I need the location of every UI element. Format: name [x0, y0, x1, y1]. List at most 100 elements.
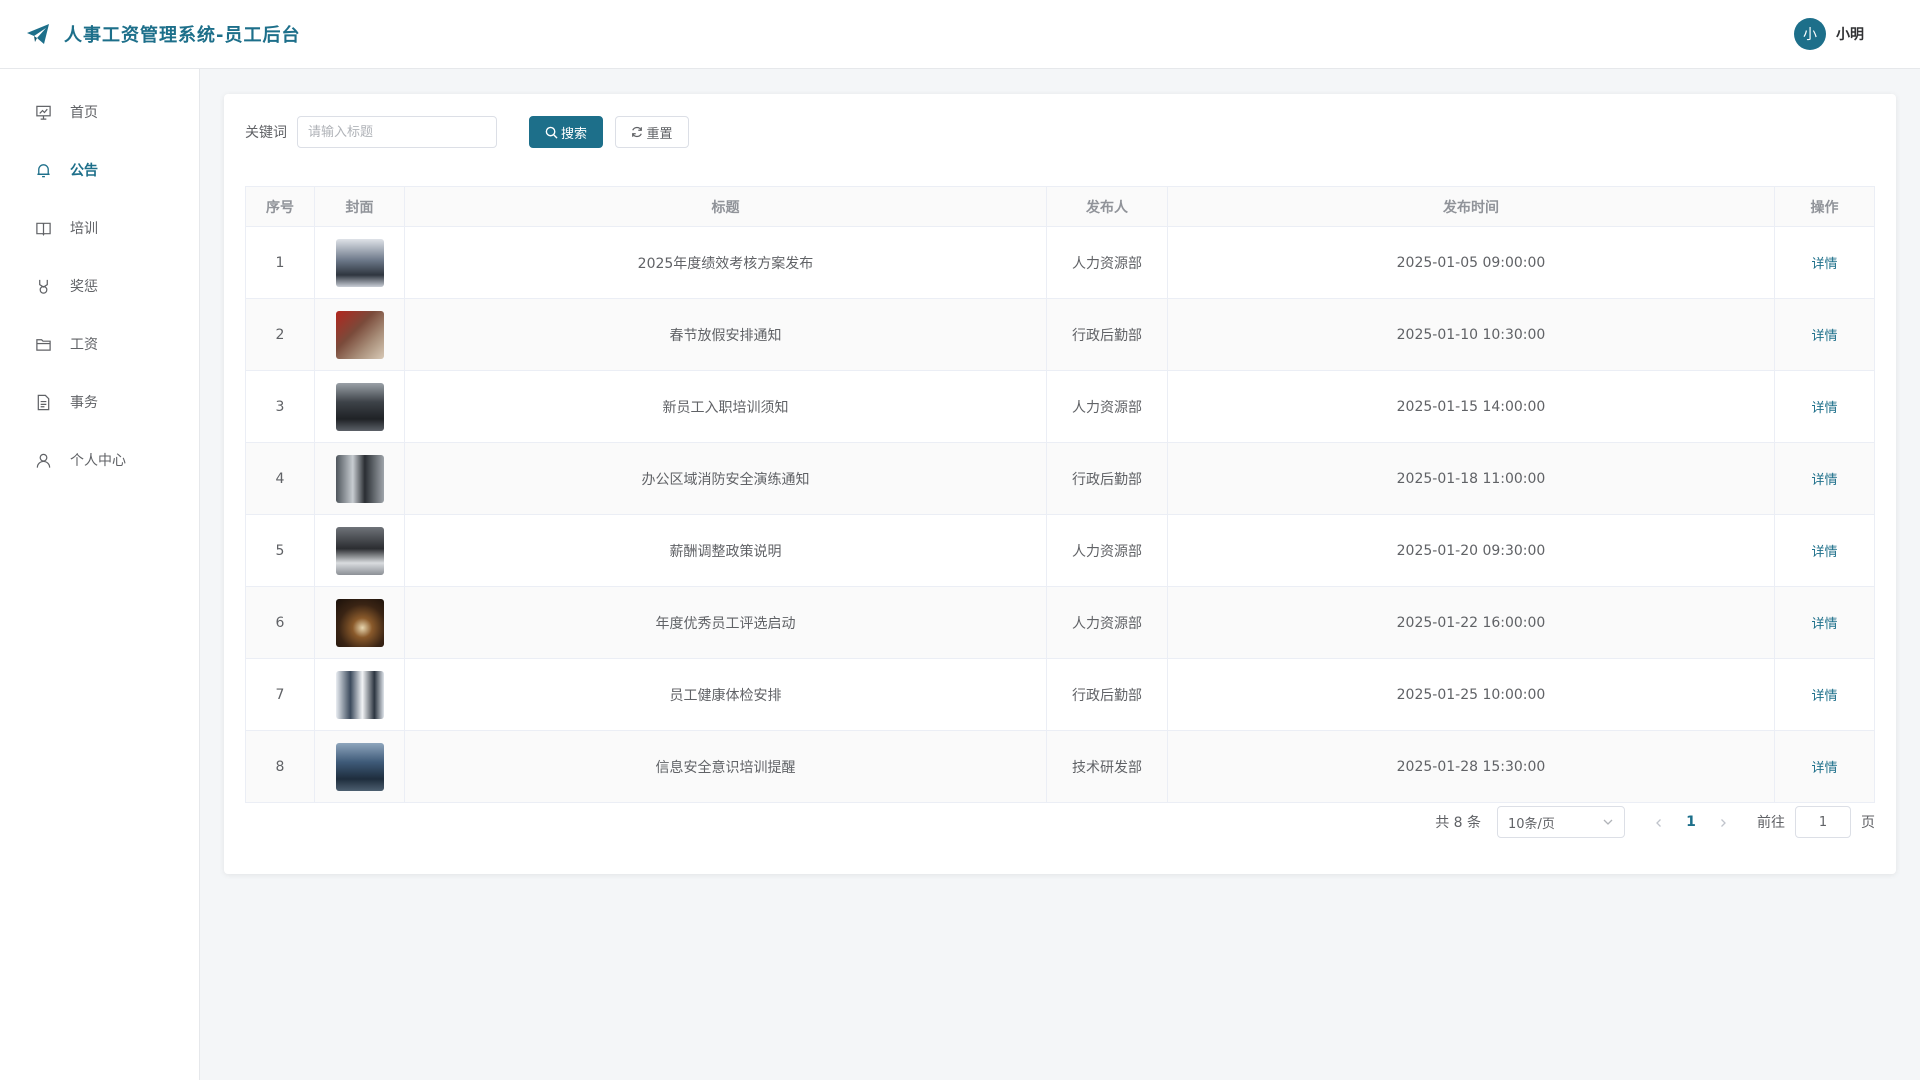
row-title: 员工健康体检安排: [404, 658, 1047, 731]
app-title: 人事工资管理系统-员工后台: [64, 25, 301, 46]
cover-image[interactable]: [335, 598, 384, 647]
table-row: 1 2025年度绩效考核方案发布 人力资源部 2025-01-05 09:00:…: [245, 226, 1875, 299]
table-row: 2 春节放假安排通知 行政后勤部 2025-01-10 10:30:00 详情: [245, 298, 1875, 371]
user-name[interactable]: 小明: [1836, 24, 1864, 44]
row-title: 信息安全意识培训提醒: [404, 730, 1047, 803]
row-publisher: 行政后勤部: [1046, 658, 1168, 731]
chevron-right-icon: [1721, 818, 1726, 827]
search-button[interactable]: 搜索: [529, 116, 603, 148]
chevron-left-icon: [1656, 818, 1661, 827]
sidebar-item-profile[interactable]: 个人中心: [0, 431, 199, 489]
wallet-icon: [36, 338, 51, 351]
row-index: 2: [245, 298, 315, 371]
cover-image[interactable]: [335, 742, 384, 791]
sidebar-item-announcements[interactable]: 公告: [0, 141, 199, 199]
bell-icon: [37, 163, 50, 177]
row-publisher: 技术研发部: [1046, 730, 1168, 803]
row-title: 办公区域消防安全演练通知: [404, 442, 1047, 515]
search-icon: [545, 126, 558, 139]
prev-page-button[interactable]: [1645, 813, 1673, 832]
row-title: 薪酬调整政策说明: [404, 514, 1047, 587]
cover-image[interactable]: [335, 454, 384, 503]
col-header-index: 序号: [245, 186, 315, 227]
refresh-icon: [632, 126, 643, 138]
row-publisher: 人力资源部: [1046, 586, 1168, 659]
table-row: 8 信息安全意识培训提醒 技术研发部 2025-01-28 15:30:00 详…: [245, 730, 1875, 803]
row-publisher: 行政后勤部: [1046, 298, 1168, 371]
next-page-button[interactable]: [1709, 813, 1737, 832]
user-menu[interactable]: 小 小明: [1794, 18, 1864, 50]
detail-link[interactable]: 详情: [1811, 761, 1837, 776]
search-button-label: 搜索: [560, 126, 587, 142]
avatar[interactable]: 小: [1794, 18, 1826, 50]
cover-image[interactable]: [335, 670, 384, 719]
table-row: 6 年度优秀员工评选启动 人力资源部 2025-01-22 16:00:00 详…: [245, 586, 1875, 659]
detail-link[interactable]: 详情: [1811, 257, 1837, 272]
search-bar: 关键词 搜索 重置: [245, 116, 1875, 148]
sidebar-item-label: 奖惩: [70, 279, 98, 295]
sidebar-item-label: 培训: [70, 221, 98, 237]
row-index: 5: [245, 514, 315, 587]
detail-link[interactable]: 详情: [1811, 329, 1837, 344]
row-index: 7: [245, 658, 315, 731]
sidebar-item-affairs[interactable]: 事务: [0, 373, 199, 431]
pagination: 共 8 条 10条/页 1 前往 页: [1435, 806, 1875, 838]
cover-image[interactable]: [335, 310, 384, 359]
table-row: 3 新员工入职培训须知 人力资源部 2025-01-15 14:00:00 详情: [245, 370, 1875, 443]
detail-link[interactable]: 详情: [1811, 473, 1837, 488]
sidebar-item-label: 事务: [70, 395, 98, 411]
col-header-title: 标题: [404, 186, 1047, 227]
row-time: 2025-01-22 16:00:00: [1167, 586, 1775, 659]
row-title: 新员工入职培训须知: [404, 370, 1047, 443]
row-publisher: 人力资源部: [1046, 514, 1168, 587]
user-icon: [36, 453, 51, 468]
sidebar-item-training[interactable]: 培训: [0, 199, 199, 257]
page-size-select[interactable]: 10条/页: [1497, 806, 1625, 838]
document-icon: [37, 394, 50, 410]
detail-link[interactable]: 详情: [1811, 617, 1837, 632]
row-time: 2025-01-18 11:00:00: [1167, 442, 1775, 515]
row-time: 2025-01-28 15:30:00: [1167, 730, 1775, 803]
announcement-panel: 关键词 搜索 重置 序号 封面 标题 发布人 发布: [224, 94, 1896, 874]
row-title: 春节放假安排通知: [404, 298, 1047, 371]
sidebar-item-label: 工资: [70, 337, 98, 353]
table-row: 7 员工健康体检安排 行政后勤部 2025-01-25 10:00:00 详情: [245, 658, 1875, 731]
row-publisher: 人力资源部: [1046, 226, 1168, 299]
sidebar-item-salary[interactable]: 工资: [0, 315, 199, 373]
goto-page-input[interactable]: [1795, 806, 1851, 838]
table-row: 4 办公区域消防安全演练通知 行政后勤部 2025-01-18 11:00:00…: [245, 442, 1875, 515]
presentation-icon: [36, 105, 51, 120]
sidebar-item-label: 个人中心: [70, 453, 126, 469]
page-number-current[interactable]: 1: [1673, 814, 1709, 830]
detail-link[interactable]: 详情: [1811, 689, 1837, 704]
sidebar-item-rewards[interactable]: 奖惩: [0, 257, 199, 315]
col-header-action: 操作: [1774, 186, 1875, 227]
col-header-publisher: 发布人: [1046, 186, 1168, 227]
sidebar-item-label: 公告: [70, 163, 98, 179]
detail-link[interactable]: 详情: [1811, 401, 1837, 416]
row-time: 2025-01-25 10:00:00: [1167, 658, 1775, 731]
row-title: 2025年度绩效考核方案发布: [404, 226, 1047, 299]
goto-suffix: 页: [1861, 815, 1875, 831]
page-size-value: 10条/页: [1508, 816, 1555, 832]
brand: 人事工资管理系统-员工后台: [26, 21, 300, 47]
row-title: 年度优秀员工评选启动: [404, 586, 1047, 659]
detail-link[interactable]: 详情: [1811, 545, 1837, 560]
goto-label: 前往: [1757, 815, 1785, 831]
keyword-label: 关键词: [245, 125, 287, 141]
sidebar-item-label: 首页: [70, 105, 98, 121]
cover-image[interactable]: [335, 382, 384, 431]
reset-button[interactable]: 重置: [615, 116, 689, 148]
cover-image[interactable]: [335, 238, 384, 287]
row-time: 2025-01-10 10:30:00: [1167, 298, 1775, 371]
total-count: 共 8 条: [1435, 815, 1481, 831]
table-header-row: 序号 封面 标题 发布人 发布时间 操作: [245, 186, 1875, 227]
announcement-table: 序号 封面 标题 发布人 发布时间 操作 1 2025年度绩效考核方案发布 人力…: [245, 186, 1875, 803]
sidebar-item-home[interactable]: 首页: [0, 83, 199, 141]
row-time: 2025-01-05 09:00:00: [1167, 226, 1775, 299]
reset-button-label: 重置: [646, 126, 673, 142]
cover-image[interactable]: [335, 526, 384, 575]
col-header-time: 发布时间: [1167, 186, 1775, 227]
keyword-input[interactable]: [297, 116, 497, 148]
book-icon: [36, 222, 51, 236]
